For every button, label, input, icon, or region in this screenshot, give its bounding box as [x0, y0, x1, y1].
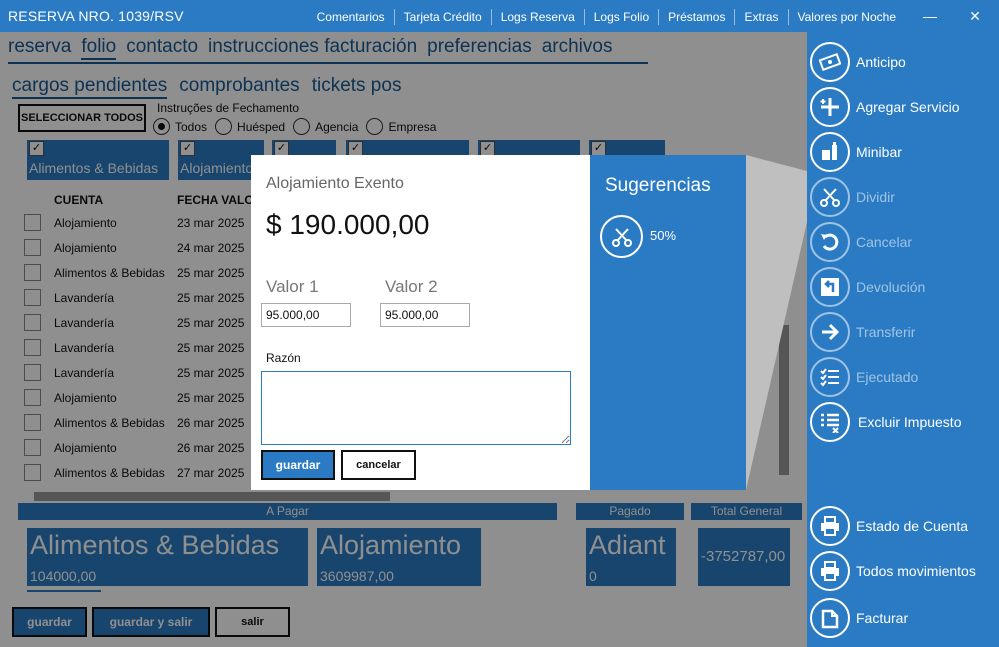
valor2-input[interactable] — [380, 303, 470, 327]
window-title: RESERVA NRO. 1039/RSV — [8, 8, 184, 24]
action-label: Todos movimientos — [856, 563, 976, 579]
minimize-button[interactable]: — — [918, 4, 942, 28]
top-menu: Comentarios Tarjeta Crédito Logs Reserva… — [308, 9, 905, 25]
arrow-right-icon — [810, 312, 850, 352]
app-window: RESERVA NRO. 1039/RSV Comentarios Tarjet… — [0, 0, 999, 647]
action-label: Ejecutado — [856, 369, 919, 385]
action-label: Agregar Servicio — [856, 99, 960, 115]
menu-logs-reserva[interactable]: Logs Reserva — [490, 9, 584, 25]
printer-icon — [810, 506, 850, 546]
action-cancelar[interactable]: Cancelar — [810, 222, 998, 262]
action-todos-movimientos[interactable]: Todos movimientos — [810, 551, 998, 591]
action-minibar[interactable]: Minibar — [810, 132, 998, 172]
dialog-amount: $ 190.000,00 — [266, 209, 430, 240]
undo-icon — [810, 222, 850, 262]
dialog-cancel-button[interactable]: cancelar — [341, 450, 416, 480]
action-agregar-servicio[interactable]: Agregar Servicio — [810, 87, 998, 127]
dialog-save-button[interactable]: guardar — [261, 450, 335, 480]
return-icon — [810, 267, 850, 307]
menu-tarjeta-credito[interactable]: Tarjeta Crédito — [393, 9, 491, 25]
action-label: Cancelar — [856, 234, 913, 250]
action-estado-de-cuenta[interactable]: Estado de Cuenta — [810, 506, 998, 546]
action-excluir-impuesto[interactable]: Excluir Impuesto — [810, 402, 998, 442]
menu-comentarios[interactable]: Comentarios — [308, 9, 394, 25]
action-label: Minibar — [856, 144, 902, 160]
checklist-icon — [810, 357, 850, 397]
menu-logs-folio[interactable]: Logs Folio — [583, 9, 658, 25]
valor1-input[interactable] — [261, 303, 351, 327]
action-label: Transferir — [856, 324, 916, 340]
title-bar: RESERVA NRO. 1039/RSV Comentarios Tarjet… — [0, 0, 999, 32]
action-ejecutado[interactable]: Ejecutado — [810, 357, 998, 397]
add-service-icon — [810, 87, 850, 127]
actions-panel: Anticipo Agregar Servicio Minibar Dividi… — [807, 32, 999, 647]
action-label: Estado de Cuenta — [856, 518, 969, 534]
action-label: Excluir Impuesto — [858, 414, 962, 430]
suggestions-panel: Sugerencias 50% — [590, 155, 746, 490]
action-label: Dividir — [856, 189, 895, 205]
action-anticipo[interactable]: Anticipo — [810, 42, 998, 82]
suggestion-label[interactable]: 50% — [650, 228, 676, 243]
action-devolucion[interactable]: Devolución — [810, 267, 998, 307]
suggestions-title: Sugerencias — [605, 175, 711, 196]
action-label: Anticipo — [856, 54, 906, 70]
action-label: Devolución — [856, 279, 926, 295]
exclude-tax-icon — [810, 402, 850, 442]
razon-textarea[interactable] — [261, 371, 571, 445]
action-label: Facturar — [856, 610, 909, 626]
valor1-label: Valor 1 — [266, 277, 319, 296]
cash-icon — [810, 42, 850, 82]
action-facturar[interactable]: Facturar — [810, 598, 998, 638]
action-dividir[interactable]: Dividir — [810, 177, 998, 217]
menu-extras[interactable]: Extras — [734, 9, 787, 25]
document-icon — [810, 598, 850, 638]
razon-label: Razón — [266, 351, 301, 365]
menu-valores-por-noche[interactable]: Valores por Noche — [787, 9, 906, 25]
dialog-title: Alojamiento Exento — [266, 175, 404, 192]
action-transferir[interactable]: Transferir — [810, 312, 998, 352]
scissors-icon — [810, 177, 850, 217]
minibar-icon — [810, 132, 850, 172]
valor2-label: Valor 2 — [385, 277, 438, 296]
printer-icon — [810, 551, 850, 591]
scissors-icon[interactable] — [600, 215, 643, 258]
menu-prestamos[interactable]: Préstamos — [658, 9, 734, 25]
split-dialog: Alojamiento Exento $ 190.000,00 Valor 1 … — [251, 155, 590, 490]
close-button[interactable]: ✕ — [963, 4, 987, 28]
